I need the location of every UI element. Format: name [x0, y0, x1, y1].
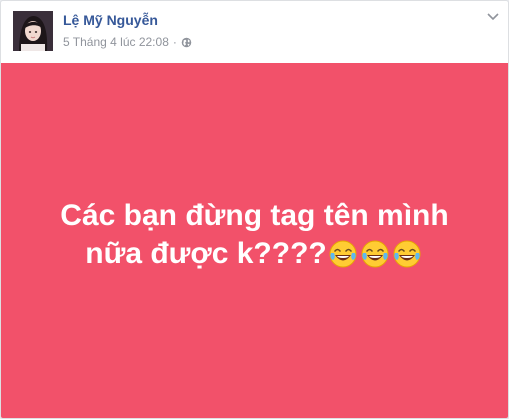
globe-icon[interactable]: [181, 37, 192, 48]
post-text: Các bạn đừng tag tên mình nữa được k????: [35, 197, 475, 273]
post-card: Lệ Mỹ Nguyễn 5 Tháng 4 lúc 22:08 · Các b…: [0, 0, 509, 419]
laughing-tears-emoji: [392, 239, 422, 269]
timestamp[interactable]: 5 Tháng 4 lúc 22:08: [63, 35, 169, 49]
emoji-row: [328, 239, 424, 269]
avatar[interactable]: [13, 11, 53, 51]
colored-post-background: Các bạn đừng tag tên mình nữa được k????: [1, 63, 508, 418]
laughing-tears-emoji: [328, 239, 358, 269]
post-text-line-2-text: nữa được k????: [85, 236, 327, 270]
post-meta: 5 Tháng 4 lúc 22:08 ·: [63, 35, 192, 49]
meta-separator: ·: [172, 35, 177, 49]
post-text-line-1: Các bạn đừng tag tên mình: [60, 198, 449, 232]
chevron-down-icon[interactable]: [486, 11, 500, 23]
post-header: Lệ Mỹ Nguyễn 5 Tháng 4 lúc 22:08 ·: [1, 1, 508, 63]
author-name[interactable]: Lệ Mỹ Nguyễn: [63, 12, 158, 28]
post-text-line-2: nữa được k????: [35, 235, 475, 273]
laughing-tears-emoji: [360, 239, 390, 269]
